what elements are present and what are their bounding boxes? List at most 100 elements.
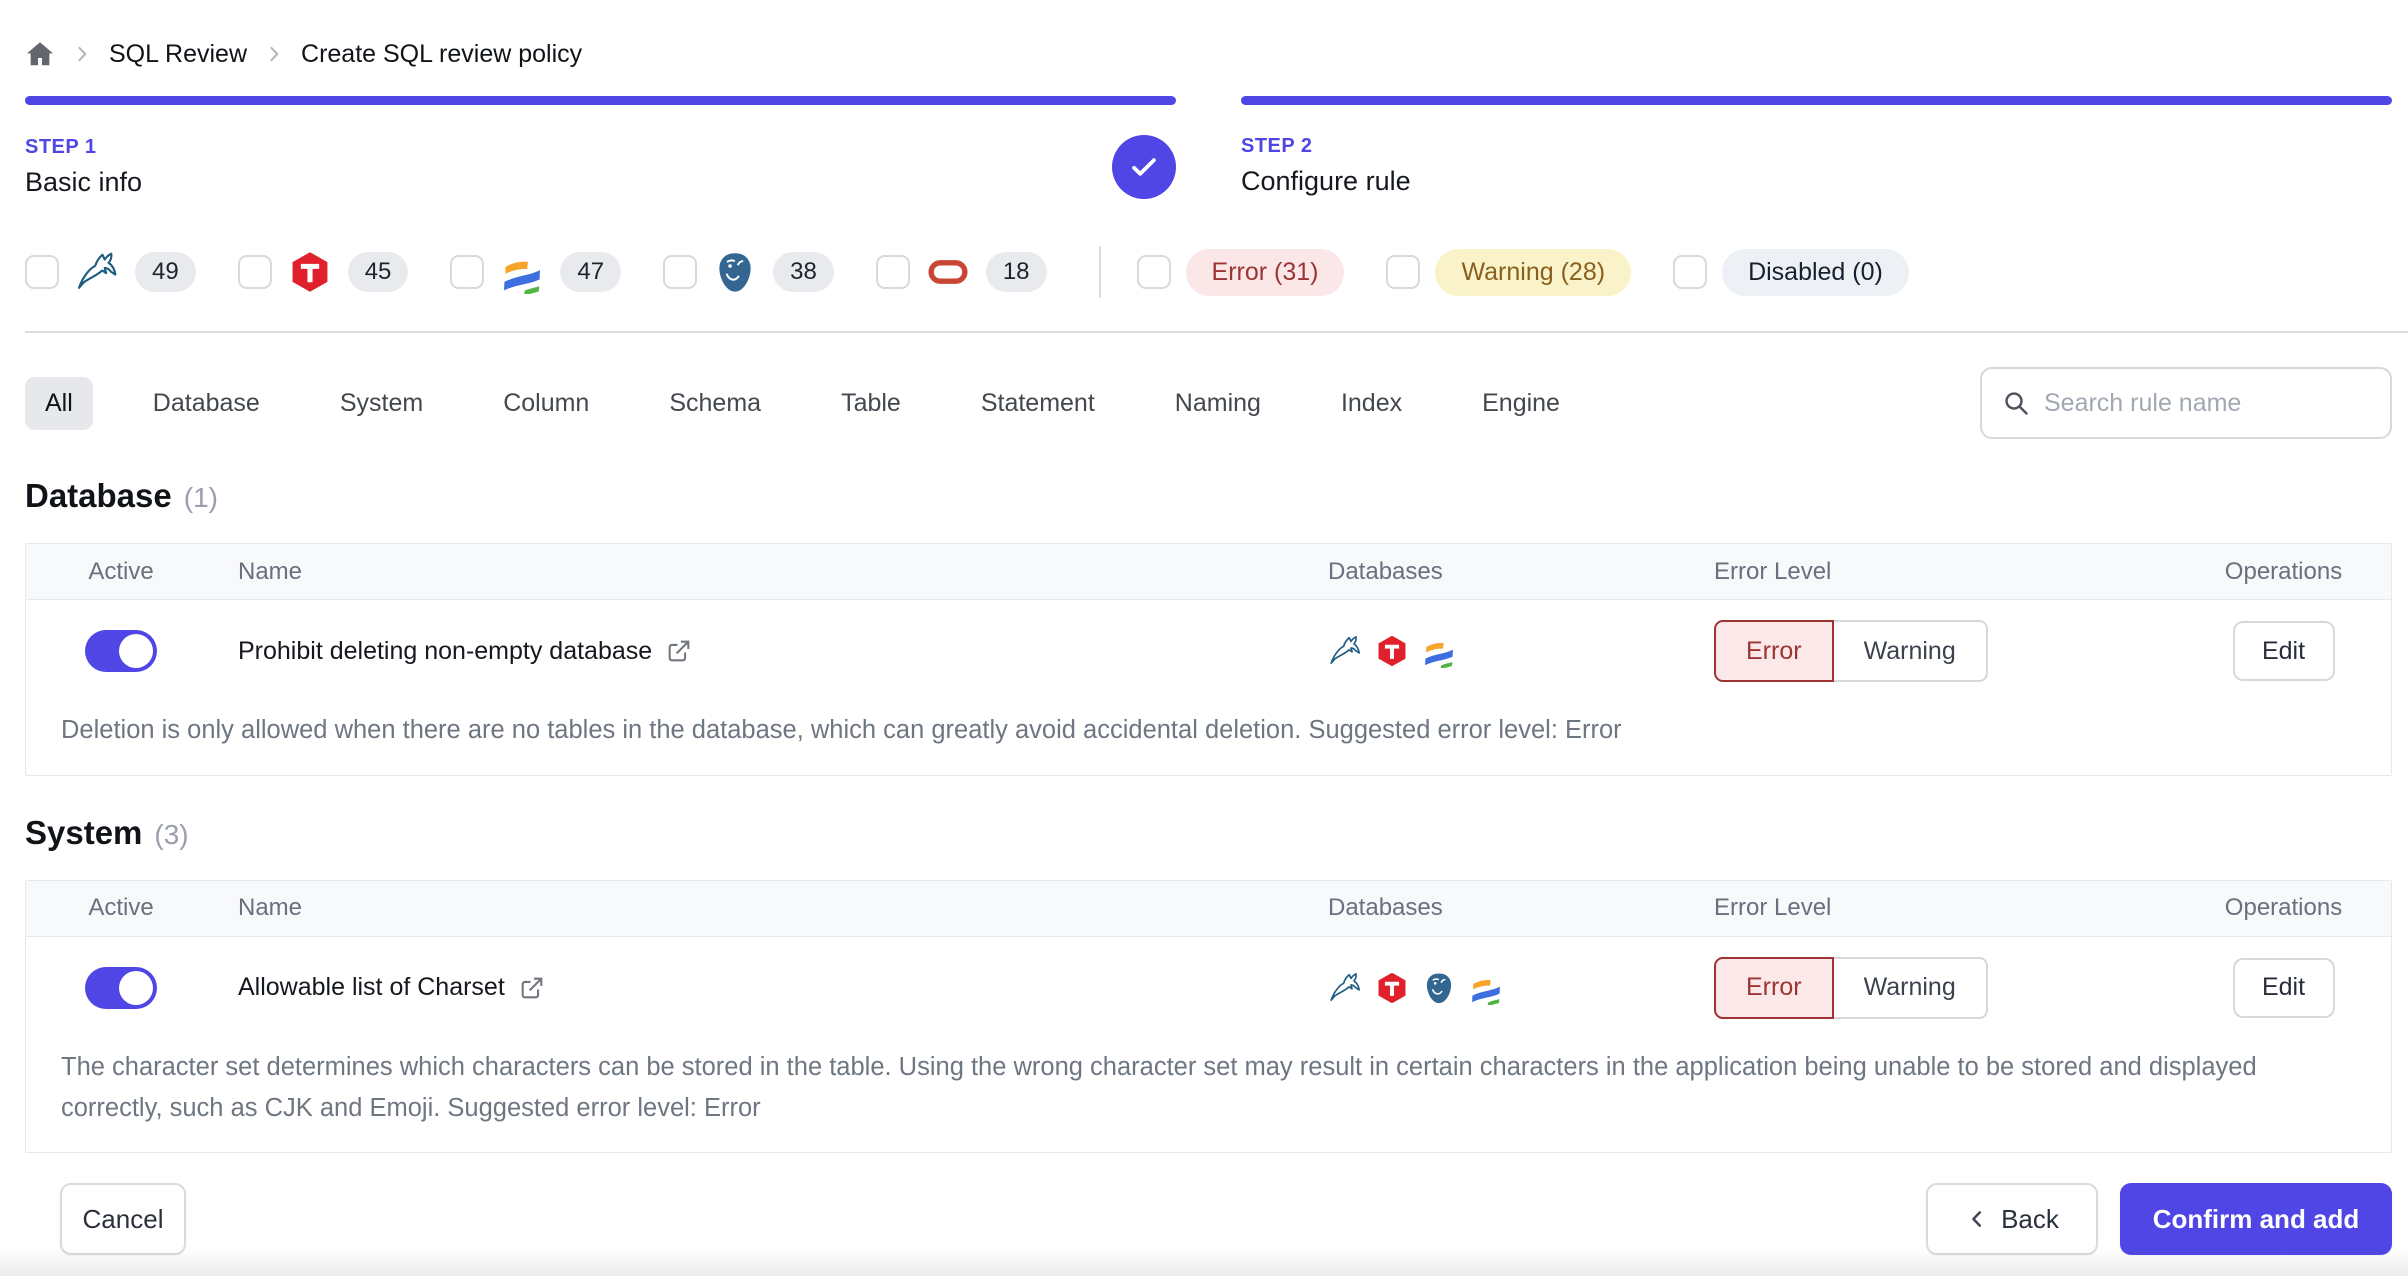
column-name: Name xyxy=(238,557,303,585)
table-header: Active Name Databases Error Level Operat… xyxy=(26,880,2391,937)
step-2-title: Configure rule xyxy=(1241,166,1411,196)
rule-name: Prohibit deleting non-empty database xyxy=(238,636,653,665)
filter-postgresql: 38 xyxy=(663,249,834,295)
external-link-icon[interactable] xyxy=(519,975,545,1001)
step-indicator: STEP 1 Basic info STEP 2 Configure rule xyxy=(0,78,2408,199)
search-input[interactable] xyxy=(2044,388,2370,418)
tab-database[interactable]: Database xyxy=(133,377,280,430)
tab-schema[interactable]: Schema xyxy=(649,377,781,430)
tab-naming[interactable]: Naming xyxy=(1155,377,1281,430)
oceanbase-icon xyxy=(1422,634,1456,668)
column-error-level: Error Level xyxy=(1714,557,1832,585)
back-button[interactable]: Back xyxy=(1926,1183,2098,1256)
warning-filter-checkbox[interactable] xyxy=(1386,255,1421,289)
step-2: STEP 2 Configure rule xyxy=(1241,96,2392,199)
breadcrumb: SQL Review Create SQL review policy xyxy=(0,0,2408,78)
tidb-filter-checkbox[interactable] xyxy=(237,255,272,289)
disabled-filter-checkbox[interactable] xyxy=(1673,255,1708,289)
chevron-right-icon xyxy=(71,43,93,65)
column-operations: Operations xyxy=(2224,894,2343,922)
step-1-progress-bar xyxy=(25,96,1176,105)
tab-column[interactable]: Column xyxy=(483,377,609,430)
search-rule-box xyxy=(1980,367,2392,439)
cancel-button[interactable]: Cancel xyxy=(60,1183,186,1256)
tidb-icon xyxy=(1375,971,1409,1005)
filter-mysql: 49 xyxy=(25,249,196,295)
column-databases: Databases xyxy=(1328,894,1443,922)
tidb-icon xyxy=(287,249,333,295)
active-toggle[interactable] xyxy=(85,966,157,1009)
rule-description: The character set determines which chara… xyxy=(61,1052,2257,1122)
tab-statement[interactable]: Statement xyxy=(961,377,1115,430)
error-level-button[interactable]: Error xyxy=(1714,620,1834,682)
chevron-left-icon xyxy=(1965,1207,1989,1231)
error-filter-checkbox[interactable] xyxy=(1136,255,1171,289)
step-1-label: STEP 1 xyxy=(25,136,97,158)
postgresql-icon xyxy=(712,249,758,295)
column-error-level: Error Level xyxy=(1714,894,1832,922)
bottom-scroll-fade xyxy=(0,1248,2408,1276)
step-1-title: Basic info xyxy=(25,167,143,197)
tab-index[interactable]: Index xyxy=(1321,377,1422,430)
oceanbase-filter-checkbox[interactable] xyxy=(450,255,485,289)
category-tabs: All Database System Column Schema Table … xyxy=(0,367,2408,439)
step-1: STEP 1 Basic info xyxy=(25,96,1176,199)
confirm-and-add-button[interactable]: Confirm and add xyxy=(2120,1183,2392,1256)
home-icon[interactable] xyxy=(25,39,55,69)
column-active: Active xyxy=(88,557,154,585)
tidb-icon xyxy=(1375,634,1409,668)
footer-actions: Cancel Back Confirm and add xyxy=(0,1183,2408,1256)
oceanbase-icon xyxy=(499,249,545,295)
column-databases: Databases xyxy=(1328,557,1443,585)
mysql-count-badge: 49 xyxy=(135,252,196,292)
table-row: Prohibit deleting non-empty database Err… xyxy=(26,600,2391,696)
mysql-filter-checkbox[interactable] xyxy=(25,255,59,289)
chevron-right-icon xyxy=(263,43,285,65)
mysql-icon xyxy=(74,249,120,295)
table-row: Allowable list of Charset Error Warning … xyxy=(26,937,2391,1033)
filter-oracle: 18 xyxy=(875,249,1047,295)
warning-level-button[interactable]: Warning xyxy=(1833,956,1988,1019)
filter-tidb: 45 xyxy=(237,249,409,295)
tab-engine[interactable]: Engine xyxy=(1462,377,1580,430)
edit-button[interactable]: Edit xyxy=(2232,957,2335,1018)
edit-button[interactable]: Edit xyxy=(2232,621,2335,681)
warning-count-pill: Warning (28) xyxy=(1435,248,1632,296)
tab-all[interactable]: All xyxy=(25,376,93,430)
step-1-completed-check-icon xyxy=(1112,135,1176,199)
postgresql-filter-checkbox[interactable] xyxy=(663,255,698,289)
oceanbase-icon xyxy=(1469,971,1503,1005)
active-toggle[interactable] xyxy=(85,630,157,672)
error-count-pill: Error (31) xyxy=(1185,248,1345,296)
section-count: (1) xyxy=(183,482,218,513)
step-2-label: STEP 2 xyxy=(1241,135,1313,157)
tab-system[interactable]: System xyxy=(320,377,443,430)
mysql-icon xyxy=(1328,634,1362,668)
postgresql-count-badge: 38 xyxy=(773,252,834,292)
filter-disabled-level: Disabled (0) xyxy=(1673,248,1909,296)
external-link-icon[interactable] xyxy=(666,638,692,664)
database-section-heading: Database (1) xyxy=(0,477,2408,515)
breadcrumb-create-policy: Create SQL review policy xyxy=(301,39,583,68)
tab-table[interactable]: Table xyxy=(821,377,921,430)
breadcrumb-sql-review[interactable]: SQL Review xyxy=(109,40,247,69)
filter-error-level: Error (31) xyxy=(1136,248,1345,296)
oracle-filter-checkbox[interactable] xyxy=(875,255,910,289)
table-header: Active Name Databases Error Level Operat… xyxy=(26,544,2391,600)
section-title: Database xyxy=(25,477,172,514)
column-active: Active xyxy=(88,894,154,922)
section-divider xyxy=(25,331,2408,333)
rule-name: Allowable list of Charset xyxy=(238,973,505,1002)
postgresql-icon xyxy=(1422,971,1456,1005)
oracle-icon xyxy=(925,249,971,295)
tidb-count-badge: 45 xyxy=(347,252,409,292)
filter-warning-level: Warning (28) xyxy=(1386,248,1632,296)
mysql-icon xyxy=(1328,971,1362,1005)
rule-description: Deletion is only allowed when there are … xyxy=(61,716,1622,744)
filter-oceanbase: 47 xyxy=(450,249,622,295)
section-count: (3) xyxy=(154,818,189,850)
warning-level-button[interactable]: Warning xyxy=(1833,620,1988,682)
column-name: Name xyxy=(238,894,303,922)
error-level-button[interactable]: Error xyxy=(1714,956,1834,1019)
oracle-count-badge: 18 xyxy=(985,252,1047,292)
